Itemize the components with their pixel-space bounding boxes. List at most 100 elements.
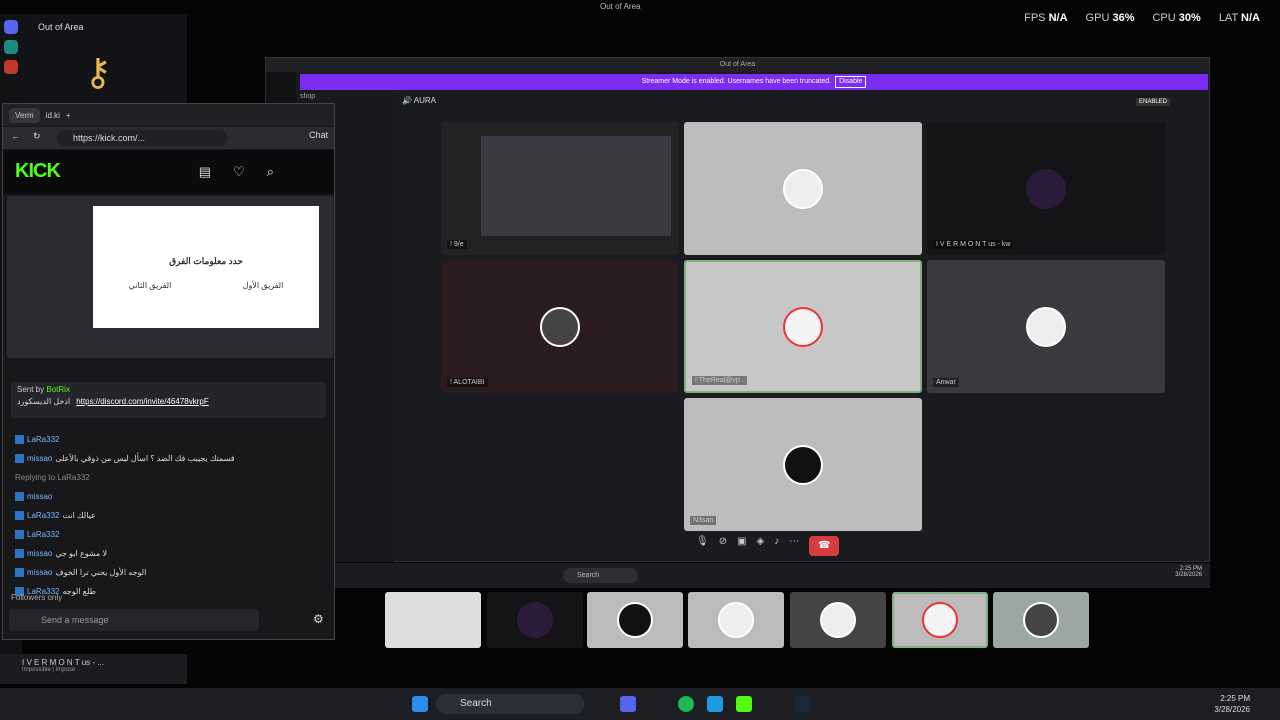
pinned-text: ادخل الديسكورد (17, 397, 71, 406)
taskbar: Search 2:25 PM 3/28/2026 (0, 688, 1280, 720)
list-item: missao قسمتك يجيبب فك الضد ؟ اسأل ليس من … (15, 449, 325, 468)
participant-thumbnail[interactable] (993, 592, 1089, 648)
stream-player[interactable]: حدد معلومات الفرق الفريق الثاني الفريق ا… (7, 196, 333, 358)
list-item: missao (15, 487, 325, 506)
fps-stat: FPS N/A (1024, 12, 1068, 24)
screen-share-icon[interactable]: ▣ (737, 536, 746, 556)
key-icon: ⚷ (84, 52, 112, 94)
participant-tile[interactable]: Anwar (927, 260, 1165, 393)
followers-only-notice: Followers only (11, 593, 63, 602)
spotify-icon[interactable] (678, 696, 694, 712)
tab-kick[interactable]: Verm (9, 107, 40, 123)
gear-icon[interactable]: ⚙ (313, 612, 324, 626)
participant-tile[interactable]: ! ALOTAIBI (441, 260, 679, 393)
avatar (540, 306, 580, 347)
gpu-stat: GPU 36% (1085, 12, 1135, 24)
pinned-link[interactable]: https://discord.com/invite/46478vkrpF (76, 397, 209, 406)
send-message-input[interactable]: Send a message (9, 609, 259, 631)
participant-tile[interactable]: I V E R M O N T us - kw (927, 122, 1165, 255)
server-icon[interactable] (4, 60, 18, 74)
user-status: Impossible | Impose (22, 667, 76, 673)
call-controls: 🎙 ⊘ ▣ ◈ ♪ ⋯ ☎ (696, 536, 840, 556)
participant-name: I V E R M O N T us - kw (933, 240, 1014, 249)
cpu-stat: CPU 30% (1152, 12, 1201, 24)
chat-list: LaRa332 missao قسمتك يجيبب فك الضد ؟ اسأل… (15, 430, 325, 601)
list-item: LaRa332 (15, 525, 325, 544)
steam-icon[interactable] (795, 696, 811, 712)
disable-button[interactable]: Disable (835, 76, 867, 88)
list-item: Replying to LaRa332 (15, 473, 90, 482)
inner-search-box[interactable]: Search (563, 568, 638, 583)
address-bar-row: ← ↻ https://kick.com/... Chat (3, 127, 334, 149)
more-icon[interactable]: ⋯ (789, 536, 799, 556)
participant-thumbnail[interactable] (688, 592, 784, 648)
discord-app-icon[interactable] (620, 696, 636, 712)
soundboard-icon[interactable]: ♪ (774, 536, 779, 556)
performance-overlay: FPS N/A GPU 36% CPU 30% LAT N/A (1024, 12, 1260, 24)
channel-item[interactable]: shop (296, 90, 394, 103)
new-tab-button[interactable]: + (66, 111, 71, 120)
avatar (1026, 168, 1066, 209)
avatar (783, 306, 823, 347)
participant-tile[interactable] (684, 122, 922, 255)
participant-name: Anwar (933, 378, 959, 387)
bot-name: BotRix (46, 385, 70, 394)
discord-window: Out of Area Streamer Mode is enabled. Us… (265, 57, 1210, 562)
activities-icon[interactable]: ◈ (757, 536, 765, 556)
heart-icon[interactable]: ♡ (233, 164, 245, 180)
team2-label: الفريق الثاني (128, 281, 172, 290)
server-icon[interactable] (4, 40, 18, 54)
tab-other[interactable]: id.ki (46, 111, 60, 120)
taskbar-search[interactable]: Search (436, 694, 584, 714)
lat-stat: LAT N/A (1218, 12, 1260, 24)
participant-thumbnail[interactable] (892, 592, 988, 648)
url-input[interactable]: https://kick.com/... (57, 130, 227, 146)
participant-name: ! ALOTAIBI (447, 378, 488, 387)
taskbar-clock: 2:25 PM 3/28/2026 (1214, 694, 1250, 714)
list-item: LaRa332 (15, 430, 325, 449)
avatar (1026, 306, 1066, 347)
enabled-badge: ENABLED (1136, 98, 1171, 106)
participant-tile[interactable]: ! 9/e (441, 122, 679, 255)
stream-thumbnail[interactable] (385, 592, 481, 648)
participant-name: N3san (690, 516, 717, 525)
participant-thumbnail[interactable] (790, 592, 886, 648)
kick-logo[interactable]: KICK (15, 160, 61, 183)
reload-icon[interactable]: ↻ (33, 131, 41, 142)
voice-channel-name: 🔊 AURA (402, 96, 436, 105)
list-item: missao لا مشوع ابو جي (15, 544, 325, 563)
avatar (783, 444, 823, 485)
participant-tile-speaking[interactable]: ! TheReal@vp . (684, 260, 922, 393)
tab-strip: Verm id.ki + (3, 104, 334, 126)
chat-button[interactable]: Chat (309, 130, 328, 140)
participant-thumbnail[interactable] (487, 592, 583, 648)
edge-icon[interactable] (707, 696, 723, 712)
inbox-icon[interactable]: ▤ (199, 164, 211, 180)
server-name[interactable]: Out of Area (38, 22, 84, 32)
disconnect-button[interactable]: ☎ (809, 536, 840, 556)
participant-thumbnail[interactable] (587, 592, 683, 648)
back-icon[interactable]: ← (11, 131, 20, 141)
windows-start-icon[interactable] (412, 696, 428, 712)
kick-header-icons: ▤ ♡ ⌕ (199, 164, 274, 180)
screen-share-preview (481, 136, 671, 236)
participant-name: ! TheReal@vp . (692, 376, 747, 385)
avatar (783, 168, 823, 209)
streamer-mode-banner: Streamer Mode is enabled. Usernames have… (300, 74, 1208, 90)
user-name[interactable]: I V E R M O N T us - ... (0, 654, 187, 667)
team1-label: الفريق الأول (242, 281, 284, 290)
user-panel: I V E R M O N T us - ... Impossible | Im… (0, 654, 187, 684)
kick-app-icon[interactable] (736, 696, 752, 712)
browser-window: Verm id.ki + ← ↻ https://kick.com/... Ch… (2, 103, 335, 640)
window-title: Out of Area (600, 2, 641, 11)
kick-header: KICK ▤ ♡ ⌕ (3, 150, 334, 194)
inner-clock: 2:25 PM 3/28/2026 (1175, 566, 1202, 578)
pinned-message: Sent by BotRix ادخل الديسكورد https://di… (11, 382, 326, 418)
stream-slide: حدد معلومات الفرق الفريق الثاني الفريق ا… (93, 206, 319, 328)
search-icon[interactable]: ⌕ (267, 164, 274, 180)
microphone-icon[interactable]: 🎙 (696, 536, 709, 556)
discord-home-icon[interactable] (4, 20, 18, 34)
discord-window-title: Out of Area (266, 58, 1209, 72)
camera-off-icon[interactable]: ⊘ (719, 536, 727, 556)
participant-tile[interactable]: N3san (684, 398, 922, 531)
